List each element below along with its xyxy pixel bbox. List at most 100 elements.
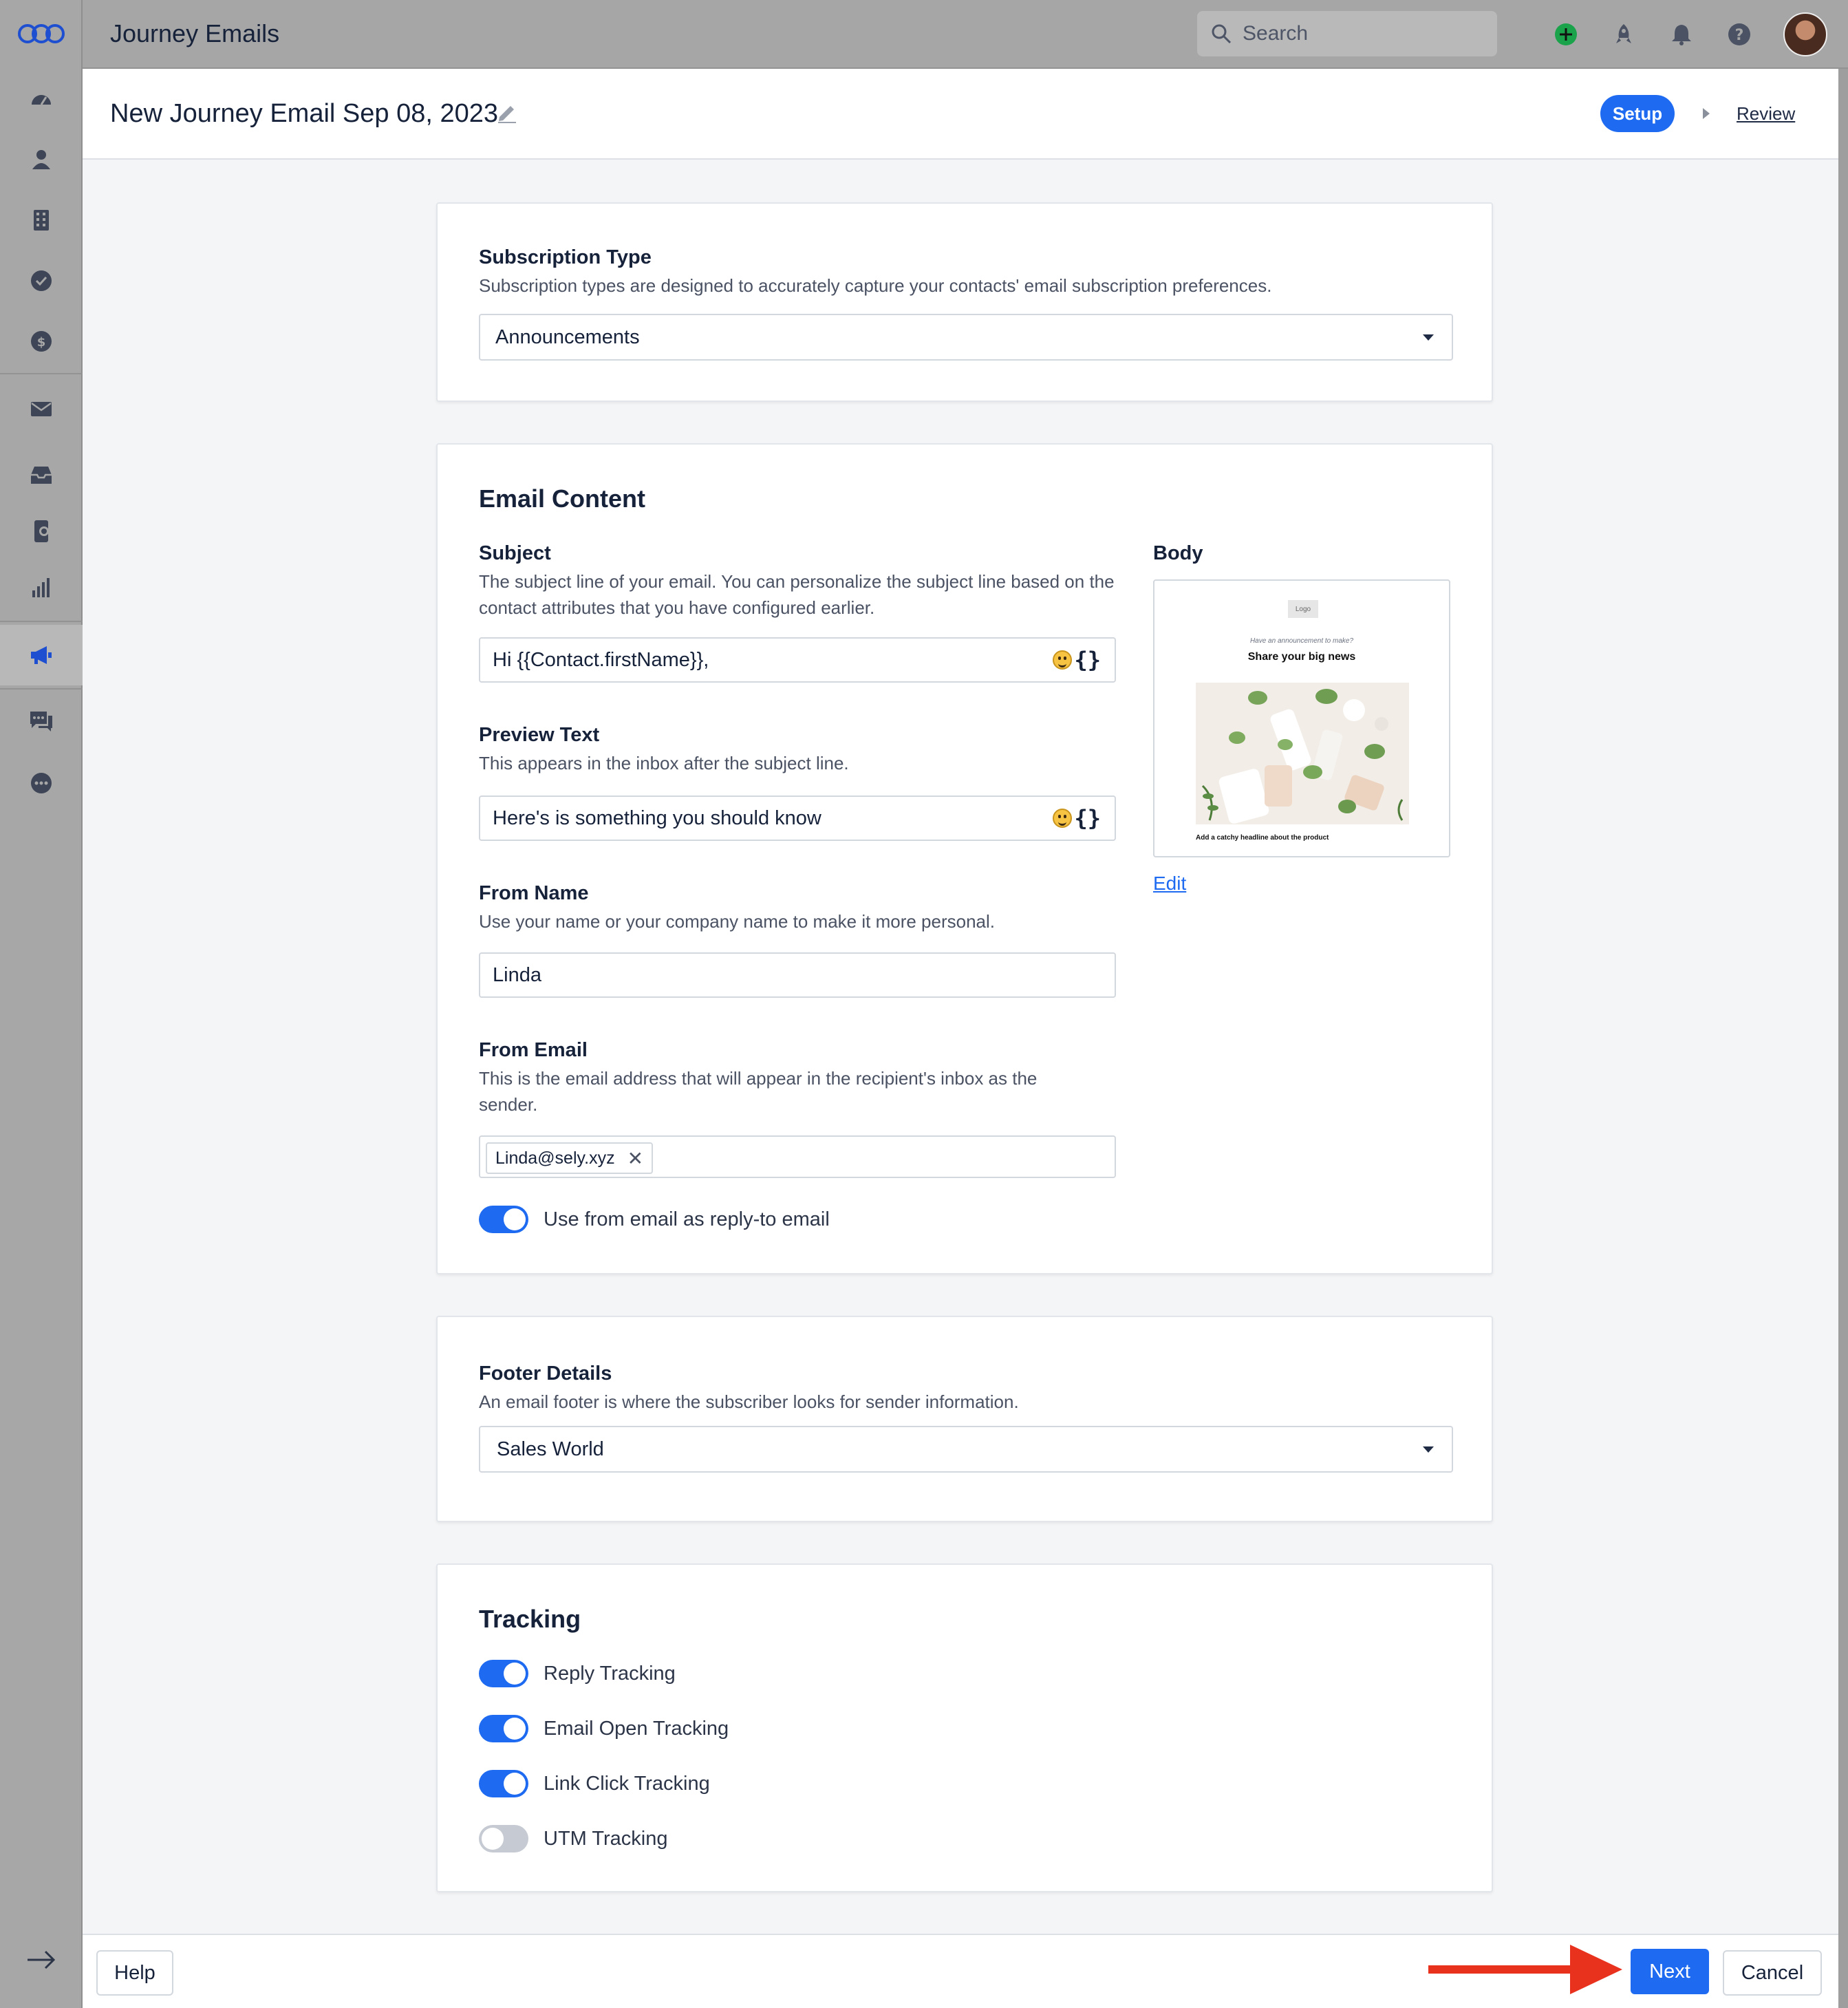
close-icon[interactable]: ✕ [627, 1147, 643, 1170]
preview-text-label: Preview Text [479, 724, 600, 746]
tracking-title: Tracking [479, 1605, 581, 1633]
inbox-icon [31, 467, 52, 484]
email-content-card: Email Content Subject The subject line o… [436, 443, 1493, 1274]
step-setup[interactable]: Setup [1600, 95, 1675, 132]
subscription-type-label: Subscription Type [479, 246, 652, 268]
subscription-type-value: Announcements [495, 325, 640, 348]
preview-text-field[interactable]: Here's is something you should know {} [479, 795, 1116, 841]
step-chevron-icon [1703, 108, 1710, 119]
tasks-icon [31, 270, 52, 291]
sidebar-item-email[interactable] [0, 378, 83, 439]
preview-caption: Add a catchy headline about the product [1196, 834, 1329, 842]
subscription-type-select[interactable]: Announcements [479, 314, 1453, 361]
tracking-card: Tracking Reply Tracking Email Open Track… [436, 1563, 1493, 1892]
sidebar-divider [0, 373, 83, 374]
next-button[interactable]: Next [1631, 1949, 1709, 1994]
preview-logo: Logo [1288, 600, 1318, 618]
sidebar-item-campaigns[interactable] [0, 625, 83, 685]
footer-details-help: An email footer is where the subscriber … [479, 1391, 1019, 1412]
preview-text-value: Here's is something you should know [493, 807, 821, 829]
add-button[interactable] [1552, 21, 1580, 48]
campaigns-icon [31, 646, 52, 664]
main-content: New Journey Email Sep 08, 2023 Setup Rev… [83, 69, 1838, 2008]
svg-text:$: $ [37, 335, 46, 350]
sidebar-item-deals[interactable]: $ [0, 311, 83, 372]
bell-icon [1672, 25, 1691, 45]
bottom-action-bar: Help Next Cancel [83, 1934, 1838, 2008]
step-review[interactable]: Review [1737, 103, 1795, 125]
email-open-tracking-toggle[interactable] [479, 1715, 528, 1742]
edit-title-icon[interactable] [495, 100, 519, 124]
footer-details-value: Sales World [497, 1438, 604, 1460]
personalize-icon[interactable]: {} [1074, 647, 1101, 673]
subject-value: Hi {{Contact.firstName}}, [493, 648, 709, 671]
footer-details-card: Footer Details An email footer is where … [436, 1316, 1493, 1522]
subject-field[interactable]: Hi {{Contact.firstName}}, {} [479, 637, 1116, 683]
from-name-field[interactable]: Linda [479, 952, 1116, 998]
reply-tracking-label: Reply Tracking [544, 1663, 676, 1685]
annotation-arrow-icon [1428, 1945, 1622, 1994]
sidebar-collapse-button[interactable] [0, 1932, 83, 1987]
utm-tracking-label: UTM Tracking [544, 1828, 668, 1850]
body-label: Body [1153, 542, 1203, 564]
avatar[interactable] [1783, 12, 1827, 56]
sidebar-item-phone[interactable] [0, 501, 83, 562]
link-click-tracking-label: Link Click Tracking [544, 1773, 710, 1795]
deals-icon: $ [31, 331, 52, 352]
emoji-icon[interactable] [1053, 809, 1072, 828]
sidebar-item-chat[interactable] [0, 691, 83, 751]
from-email-chip-label: Linda@sely.xyz [495, 1148, 615, 1168]
reports-icon [32, 578, 50, 597]
email-content-title: Email Content [479, 484, 646, 513]
cancel-button[interactable]: Cancel [1723, 1950, 1822, 1996]
from-name-value: Linda [493, 963, 541, 986]
search-icon [1212, 24, 1232, 44]
reply-tracking-toggle[interactable] [479, 1660, 528, 1687]
reply-to-toggle[interactable] [479, 1206, 528, 1233]
topbar: Journey Emails Search ? [83, 0, 1848, 69]
edit-body-link[interactable]: Edit [1153, 873, 1186, 895]
subject-help: The subject line of your email. You can … [479, 571, 1115, 618]
email-icon [31, 402, 52, 416]
email-body-preview[interactable]: Logo Have an announcement to make? Share… [1153, 579, 1450, 857]
email-open-tracking-label: Email Open Tracking [544, 1718, 729, 1740]
from-email-help: This is the email address that will appe… [479, 1068, 1038, 1115]
sidebar-item-more[interactable] [0, 753, 83, 813]
help-button[interactable]: Help [96, 1950, 173, 1996]
preview-subheading: Have an announcement to make? [1249, 637, 1354, 645]
phone-icon [34, 520, 49, 542]
subject-label: Subject [479, 542, 551, 564]
from-email-chip: Linda@sely.xyz ✕ [486, 1142, 654, 1174]
from-email-field[interactable]: Linda@sely.xyz ✕ [479, 1135, 1116, 1178]
search-placeholder: Search [1243, 22, 1309, 45]
search-input[interactable]: Search [1197, 11, 1497, 56]
emoji-icon[interactable] [1053, 650, 1072, 670]
chat-icon [30, 712, 52, 731]
preview-heading: Share your big news [1247, 651, 1356, 663]
rocket-icon [1616, 24, 1631, 43]
footer-details-select[interactable]: Sales World [479, 1426, 1453, 1473]
sidebar: $ [0, 0, 83, 2008]
sidebar-item-contacts[interactable] [0, 129, 83, 190]
notifications-button[interactable] [1668, 21, 1695, 48]
contacts-icon [32, 150, 50, 169]
sidebar-divider [0, 688, 83, 690]
product-image [1196, 683, 1409, 824]
subscription-type-help: Subscription types are designed to accur… [479, 275, 1272, 296]
from-name-label: From Name [479, 882, 589, 904]
chevron-down-icon [1423, 334, 1434, 341]
sidebar-item-tasks[interactable] [0, 250, 83, 311]
help-icon: ? [1728, 23, 1750, 45]
sidebar-item-reports[interactable] [0, 557, 83, 618]
sidebar-item-inbox[interactable] [0, 445, 83, 505]
sidebar-item-dashboard[interactable] [0, 69, 83, 129]
help-button[interactable]: ? [1726, 21, 1753, 48]
app-logo-icon[interactable] [17, 18, 66, 50]
reply-to-label: Use from email as reply-to email [544, 1208, 830, 1230]
link-click-tracking-toggle[interactable] [479, 1770, 528, 1797]
from-email-label: From Email [479, 1039, 588, 1061]
utm-tracking-toggle[interactable] [479, 1825, 528, 1852]
sidebar-item-accounts[interactable] [0, 190, 83, 250]
rocket-button[interactable] [1610, 21, 1637, 48]
personalize-icon[interactable]: {} [1074, 805, 1101, 831]
